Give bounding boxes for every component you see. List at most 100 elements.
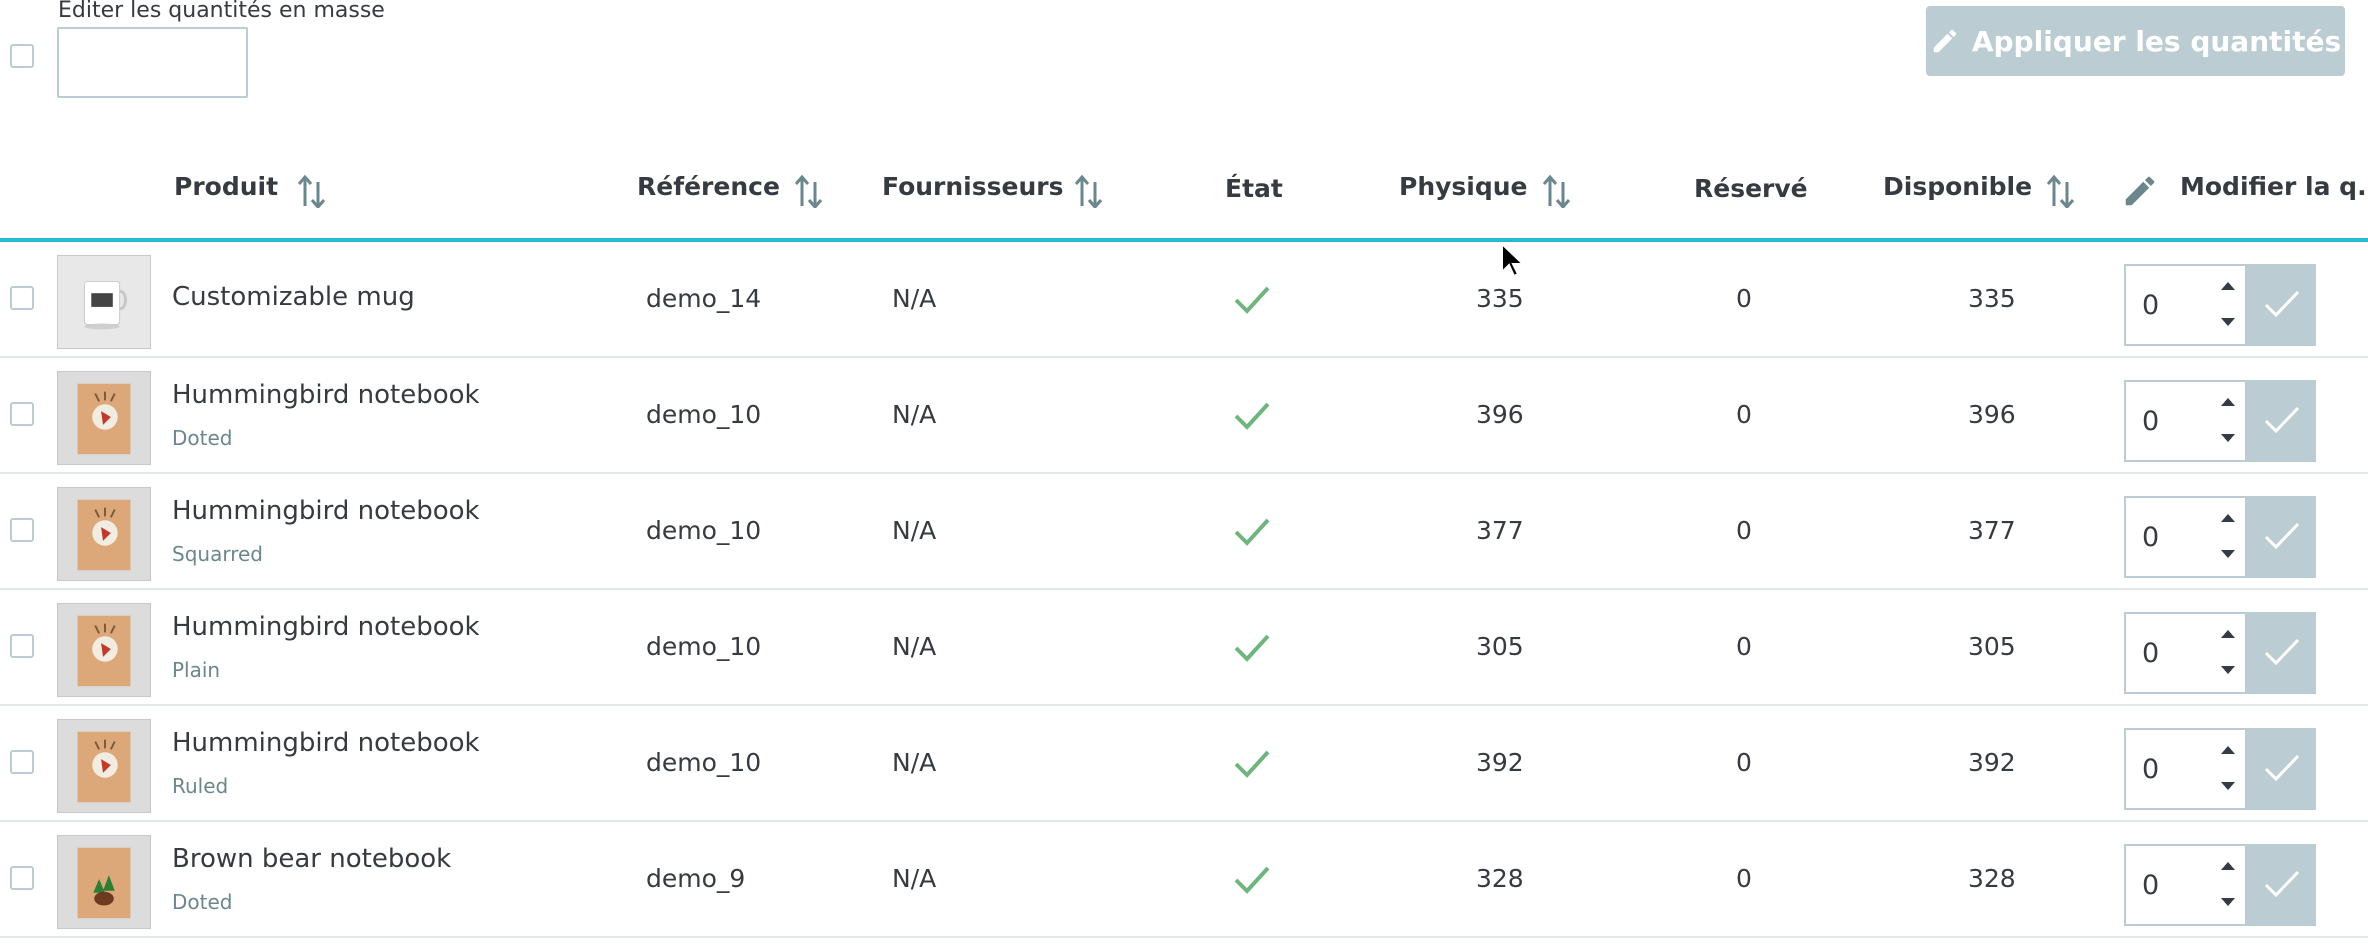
quantity-stepper[interactable]: 0 — [2124, 728, 2316, 810]
table-row: Hummingbird notebook Squarred demo_10 N/A 37… — [0, 474, 2368, 590]
table-row: Hummingbird notebook Ruled demo_10 N/A 392 0 3… — [0, 706, 2368, 822]
sort-arrows-icon[interactable] — [1541, 172, 1573, 208]
increment-arrow-icon[interactable] — [2216, 854, 2240, 878]
physical-quantity-cell: 377 — [1476, 516, 1524, 545]
quantity-stepper[interactable]: 0 — [2124, 264, 2316, 346]
available-quantity-cell: 396 — [1968, 400, 2016, 429]
supplier-cell: N/A — [892, 864, 937, 893]
decrement-arrow-icon[interactable] — [2216, 658, 2240, 682]
decrement-arrow-icon[interactable] — [2216, 890, 2240, 914]
increment-arrow-icon[interactable] — [2216, 738, 2240, 762]
reserved-quantity-cell: 0 — [1736, 516, 1752, 545]
reference-cell: demo_10 — [646, 748, 762, 777]
physical-quantity-cell: 335 — [1476, 284, 1524, 313]
bulk-quantity-input[interactable] — [57, 27, 248, 98]
available-quantity-cell: 392 — [1968, 748, 2016, 777]
select-all-checkbox[interactable] — [10, 44, 34, 68]
check-icon — [2263, 404, 2301, 438]
table-row: Hummingbird notebook Doted demo_10 N/A 396 0 3… — [0, 358, 2368, 474]
physical-quantity-cell: 305 — [1476, 632, 1524, 661]
increment-arrow-icon[interactable] — [2216, 622, 2240, 646]
decrement-arrow-icon[interactable] — [2216, 310, 2240, 334]
product-name[interactable]: Hummingbird notebook — [172, 380, 480, 410]
available-quantity-cell: 305 — [1968, 632, 2016, 661]
product-thumbnail[interactable] — [57, 487, 151, 581]
physical-quantity-cell: 392 — [1476, 748, 1524, 777]
check-icon — [2263, 520, 2301, 554]
apply-quantities-label: Appliquer les quantités — [1971, 24, 2342, 58]
row-checkbox[interactable] — [10, 866, 34, 890]
column-header-physique: Physique — [1399, 172, 1528, 201]
product-attribute: Squarred — [172, 542, 263, 566]
check-icon — [1234, 518, 1270, 546]
mouse-cursor-icon — [1501, 242, 1524, 278]
available-quantity-cell: 335 — [1968, 284, 2016, 313]
product-name[interactable]: Brown bear notebook — [172, 844, 451, 874]
quantity-stepper[interactable]: 0 — [2124, 612, 2316, 694]
supplier-cell: N/A — [892, 284, 937, 313]
column-header-fournisseurs: Fournisseurs — [882, 172, 1064, 201]
product-name[interactable]: Hummingbird notebook — [172, 728, 480, 758]
reserved-quantity-cell: 0 — [1736, 400, 1752, 429]
product-thumbnail[interactable] — [57, 371, 151, 465]
available-quantity-cell: 377 — [1968, 516, 2016, 545]
check-icon — [2263, 636, 2301, 670]
product-name[interactable]: Hummingbird notebook — [172, 496, 480, 526]
reference-cell: demo_10 — [646, 400, 762, 429]
reference-cell: demo_10 — [646, 632, 762, 661]
decrement-arrow-icon[interactable] — [2216, 542, 2240, 566]
column-header-reference: Référence — [637, 172, 780, 201]
increment-arrow-icon[interactable] — [2216, 274, 2240, 298]
decrement-arrow-icon[interactable] — [2216, 774, 2240, 798]
check-icon — [1234, 634, 1270, 662]
column-header-reserve: Réservé — [1694, 174, 1808, 203]
row-checkbox[interactable] — [10, 518, 34, 542]
row-checkbox[interactable] — [10, 402, 34, 426]
sort-arrows-icon[interactable] — [2045, 172, 2077, 208]
apply-quantity-button[interactable] — [2247, 380, 2316, 462]
row-checkbox[interactable] — [10, 634, 34, 658]
product-thumbnail[interactable] — [57, 255, 151, 349]
quantity-stepper[interactable]: 0 — [2124, 496, 2316, 578]
table-row: Customizable mug demo_14 N/A 335 0 335 0 — [0, 242, 2368, 358]
supplier-cell: N/A — [892, 632, 937, 661]
apply-quantity-button[interactable] — [2247, 264, 2316, 346]
bulk-edit-label: Editer les quantités en masse — [58, 0, 385, 23]
increment-arrow-icon[interactable] — [2216, 506, 2240, 530]
table-row: Brown bear notebook Doted demo_9 N/A 328 0 328… — [0, 822, 2368, 938]
sort-arrows-icon[interactable] — [793, 172, 825, 208]
product-attribute: Doted — [172, 426, 233, 450]
apply-quantities-button[interactable]: Appliquer les quantités — [1926, 6, 2345, 76]
increment-arrow-icon[interactable] — [2216, 390, 2240, 414]
apply-quantity-button[interactable] — [2247, 496, 2316, 578]
apply-quantity-button[interactable] — [2247, 612, 2316, 694]
row-checkbox[interactable] — [10, 750, 34, 774]
quantity-stepper[interactable]: 0 — [2124, 844, 2316, 926]
column-header-produit: Produit — [174, 172, 279, 201]
physical-quantity-cell: 396 — [1476, 400, 1524, 429]
supplier-cell: N/A — [892, 516, 937, 545]
quantity-stepper[interactable]: 0 — [2124, 380, 2316, 462]
column-header-etat: État — [1225, 174, 1283, 203]
check-icon — [1234, 750, 1270, 778]
product-attribute: Plain — [172, 658, 221, 682]
product-thumbnail[interactable] — [57, 719, 151, 813]
table-row: Hummingbird notebook Plain demo_10 N/A 305 0 3… — [0, 590, 2368, 706]
apply-quantity-button[interactable] — [2247, 728, 2316, 810]
sort-arrows-icon[interactable] — [1073, 172, 1105, 208]
product-name[interactable]: Hummingbird notebook — [172, 612, 480, 642]
pencil-icon — [1933, 29, 1957, 53]
supplier-cell: N/A — [892, 400, 937, 429]
physical-quantity-cell: 328 — [1476, 864, 1524, 893]
product-attribute: Doted — [172, 890, 233, 914]
reserved-quantity-cell: 0 — [1736, 864, 1752, 893]
sort-arrows-icon[interactable] — [296, 172, 328, 208]
product-name[interactable]: Customizable mug — [172, 282, 415, 312]
reference-cell: demo_10 — [646, 516, 762, 545]
product-thumbnail[interactable] — [57, 603, 151, 697]
product-thumbnail[interactable] — [57, 835, 151, 929]
apply-quantity-button[interactable] — [2247, 844, 2316, 926]
reserved-quantity-cell: 0 — [1736, 748, 1752, 777]
decrement-arrow-icon[interactable] — [2216, 426, 2240, 450]
row-checkbox[interactable] — [10, 286, 34, 310]
